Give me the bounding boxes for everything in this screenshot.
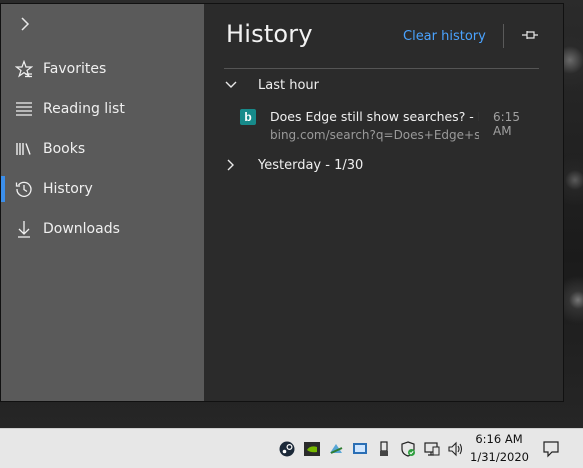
defender-shield-icon[interactable]	[400, 441, 416, 457]
pin-icon	[522, 31, 538, 39]
entry-url: bing.com/search?q=Does+Edge+still+show+s…	[270, 128, 479, 142]
nav-label: Books	[43, 141, 86, 157]
nav-favorites[interactable]: Favorites	[1, 49, 204, 89]
notification-icon	[543, 441, 559, 458]
pin-pane-button[interactable]	[519, 24, 541, 46]
steam-icon[interactable]	[279, 441, 295, 457]
page-title: History	[226, 20, 313, 48]
action-center-button[interactable]	[540, 438, 562, 460]
network-icon[interactable]	[424, 441, 440, 457]
header-divider	[503, 24, 504, 48]
group-last-hour[interactable]: Last hour	[222, 74, 319, 96]
remote-desktop-icon[interactable]	[352, 441, 368, 457]
clear-history-link[interactable]: Clear history	[403, 29, 486, 44]
group-label: Last hour	[258, 77, 319, 93]
nav-label: History	[43, 181, 93, 197]
nav-history[interactable]: History	[1, 169, 204, 209]
taskbar-clock-date[interactable]: 1/31/2020	[470, 450, 529, 464]
volume-icon[interactable]	[448, 441, 464, 457]
hub-panel: Favorites Reading list Books History Dow	[0, 3, 564, 402]
hub-nav-pane: Favorites Reading list Books History Dow	[1, 4, 204, 401]
entry-title: Does Edge still show searches? - Bing	[270, 109, 479, 124]
usb-eject-icon[interactable]	[376, 441, 392, 457]
group-label: Yesterday - 1/30	[258, 157, 364, 173]
taskbar-clock-time[interactable]: 6:16 AM	[474, 432, 524, 446]
nvidia-icon[interactable]	[304, 441, 320, 457]
bing-favicon-icon: b	[240, 109, 256, 125]
history-clock-icon	[15, 180, 33, 198]
chevron-right-icon	[21, 17, 30, 31]
nav-label: Downloads	[43, 221, 120, 237]
history-pane	[204, 4, 563, 401]
taskbar: 6:16 AM 1/31/2020	[0, 428, 583, 468]
nav-label: Reading list	[43, 101, 125, 117]
history-entry[interactable]: b Does Edge still show searches? - Bing …	[237, 107, 542, 145]
nav-downloads[interactable]: Downloads	[1, 209, 204, 249]
reading-list-icon	[15, 100, 33, 118]
chevron-right-icon	[222, 159, 240, 171]
nav-reading-list[interactable]: Reading list	[1, 89, 204, 129]
favorites-star-icon	[15, 60, 33, 78]
download-arrow-icon	[15, 220, 33, 238]
nav-books[interactable]: Books	[1, 129, 204, 169]
nav-label: Favorites	[43, 61, 107, 77]
books-icon	[15, 140, 33, 158]
group-yesterday[interactable]: Yesterday - 1/30	[222, 154, 363, 176]
expand-nav-button[interactable]	[14, 14, 36, 38]
chevron-down-icon	[222, 81, 240, 89]
header-separator	[224, 68, 539, 69]
entry-time: 6:15 AM	[493, 110, 520, 138]
bluetooth-app-icon[interactable]	[328, 441, 344, 457]
